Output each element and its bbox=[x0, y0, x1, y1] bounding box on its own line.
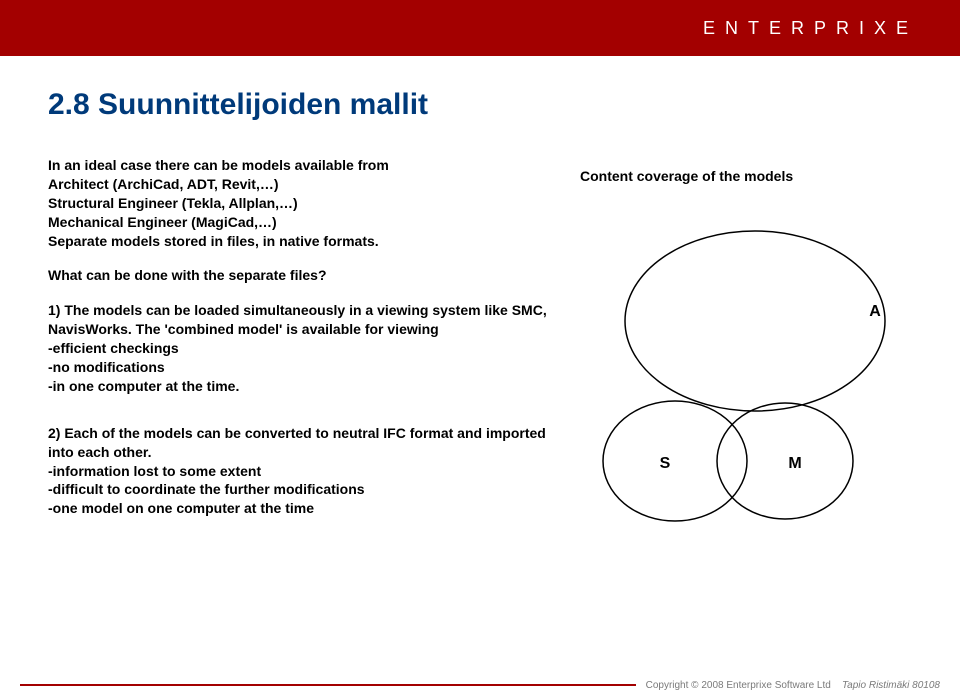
footer-text: Copyright © 2008 Enterprixe Software Ltd… bbox=[636, 680, 960, 691]
venn-circle-m bbox=[717, 403, 853, 519]
venn-label-s: S bbox=[660, 455, 671, 472]
point-1: 1) The models can be loaded simultaneous… bbox=[48, 301, 548, 395]
venn-circle-s bbox=[603, 401, 747, 521]
page-title: 2.8 Suunnittelijoiden mallit bbox=[48, 88, 912, 122]
footer: Copyright © 2008 Enterprixe Software Ltd… bbox=[0, 674, 960, 696]
venn-diagram: A S M bbox=[570, 216, 900, 556]
header-bar: ENTERPRIXE bbox=[0, 0, 960, 56]
intro-text: In an ideal case there can be models ava… bbox=[48, 156, 548, 250]
logo: ENTERPRIXE bbox=[703, 18, 918, 39]
author-text: Tapio Ristimäki 80108 bbox=[842, 680, 940, 691]
what-heading: What can be done with the separate files… bbox=[48, 266, 548, 285]
point-2: 2) Each of the models can be converted t… bbox=[48, 424, 548, 518]
slide-body: 2.8 Suunnittelijoiden mallit In an ideal… bbox=[0, 56, 960, 518]
copyright-text: Copyright © 2008 Enterprixe Software Ltd bbox=[646, 680, 831, 691]
venn-label-a: A bbox=[869, 303, 881, 320]
venn-circle-a bbox=[625, 231, 885, 411]
diagram-caption: Content coverage of the models bbox=[580, 168, 793, 184]
venn-label-m: M bbox=[788, 455, 801, 472]
left-column: In an ideal case there can be models ava… bbox=[48, 156, 548, 518]
footer-divider bbox=[20, 684, 636, 686]
